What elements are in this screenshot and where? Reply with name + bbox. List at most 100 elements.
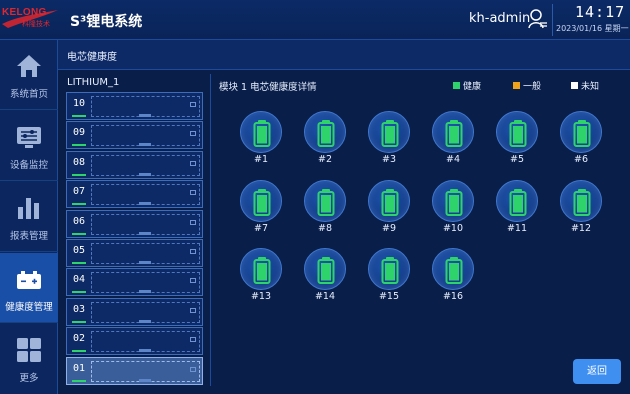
battery-cell[interactable]: #6	[559, 111, 603, 169]
cell-label: #6	[573, 154, 588, 165]
battery-icon	[509, 120, 527, 147]
cell-label: #13	[250, 291, 272, 302]
module-health-bar	[72, 115, 86, 117]
battery-cell[interactable]: #5	[495, 111, 539, 169]
module-handle	[190, 190, 196, 196]
rack-module-04[interactable]: 04	[66, 268, 203, 297]
battery-icon	[253, 257, 271, 284]
battery-cell[interactable]: #10	[431, 180, 475, 238]
header-divider	[552, 4, 553, 36]
sidebar-item-label: 设备监控	[9, 160, 48, 171]
sidebar: 系统首页 设备监控 报表管理 健康度管理 更多	[0, 40, 58, 394]
rack-module-06[interactable]: 06	[66, 209, 203, 238]
battery-cell[interactable]: #8	[303, 180, 347, 238]
module-health-bar	[72, 173, 86, 176]
sidebar-item-reports[interactable]: 报表管理	[0, 182, 58, 252]
back-button[interactable]: 返回	[573, 359, 621, 384]
rack-module-07[interactable]: 07	[66, 180, 203, 209]
cell-label: #4	[445, 154, 460, 165]
module-number: 01	[73, 362, 86, 374]
module-notch	[139, 143, 151, 147]
bar-chart-icon	[18, 198, 39, 219]
battery-icon	[317, 120, 335, 147]
legend-label: 未知	[581, 82, 600, 92]
battery-health-icon	[17, 271, 41, 289]
module-number: 09	[73, 127, 86, 139]
clock-time: 14:17	[575, 3, 626, 21]
sidebar-item-label: 报表管理	[9, 231, 48, 242]
module-handle	[190, 102, 196, 107]
cell-bubble	[432, 180, 474, 222]
app-header: KELONG 科隆技术 S³锂电系统 kh-admin 14:17 2023/0…	[0, 0, 630, 40]
battery-cell[interactable]: #1	[239, 111, 283, 169]
cell-label: #3	[381, 154, 396, 165]
battery-cell[interactable]: #15	[367, 248, 411, 306]
cell-bubble	[560, 111, 602, 153]
cell-bubble	[304, 248, 346, 290]
user-name[interactable]: kh-admin	[469, 11, 530, 26]
sidebar-item-health[interactable]: 健康度管理	[0, 253, 58, 323]
battery-icon	[253, 189, 271, 216]
rack-module-08[interactable]: 08	[66, 150, 203, 179]
module-number: 03	[73, 303, 86, 315]
legend-swatch	[571, 82, 578, 89]
legend-healthy: 健康	[453, 79, 481, 92]
legend-label: 健康	[463, 82, 482, 92]
module-number: 08	[73, 156, 86, 168]
module-number: 04	[73, 274, 86, 286]
cell-bubble	[560, 180, 602, 222]
sidebar-item-home[interactable]: 系统首页	[0, 40, 58, 110]
module-handle	[190, 160, 196, 166]
app-title: S³锂电系统	[70, 14, 143, 30]
battery-icon	[381, 189, 399, 216]
cell-bubble	[368, 111, 410, 153]
battery-rack: 10 09 08 07 06 05 04 03 02 01	[66, 92, 203, 386]
battery-icon	[573, 189, 591, 216]
battery-cell[interactable]: #9	[367, 180, 411, 238]
cell-bubble	[368, 248, 410, 290]
module-health-bar	[72, 144, 86, 147]
cell-bubble	[496, 111, 538, 153]
sidebar-item-more[interactable]: 更多	[0, 324, 58, 394]
battery-cell[interactable]: #16	[431, 248, 475, 306]
user-switch-icon[interactable]	[528, 8, 548, 30]
cell-label: #7	[253, 223, 268, 234]
battery-cell[interactable]: #2	[303, 111, 347, 169]
legend-unknown: 未知	[571, 79, 599, 92]
battery-icon	[381, 120, 399, 147]
battery-cell[interactable]: #4	[431, 111, 475, 169]
cell-label: #14	[314, 291, 336, 302]
battery-cell[interactable]: #13	[239, 248, 283, 306]
module-health-bar	[72, 203, 86, 206]
battery-cell[interactable]: #7	[239, 180, 283, 238]
rack-module-03[interactable]: 03	[66, 297, 203, 326]
cell-bubble	[496, 180, 538, 222]
cell-label: #1	[253, 154, 268, 165]
rack-module-02[interactable]: 02	[66, 327, 203, 356]
battery-cell[interactable]: #3	[367, 111, 411, 169]
battery-cell[interactable]: #11	[495, 180, 539, 238]
battery-cell[interactable]: #14	[303, 248, 347, 306]
cell-label: #12	[570, 223, 592, 234]
cell-bubble	[240, 111, 282, 153]
sidebar-item-monitor[interactable]: 设备监控	[0, 111, 58, 181]
grid-icon	[17, 338, 41, 362]
rack-module-10[interactable]: 10	[66, 92, 203, 120]
cell-label: #10	[442, 223, 464, 234]
rack-module-01[interactable]: 01	[66, 356, 203, 385]
battery-icon	[317, 189, 335, 216]
battery-cell[interactable]: #12	[559, 180, 603, 238]
rack-module-09[interactable]: 09	[66, 121, 203, 150]
battery-icon	[253, 120, 271, 147]
sidebar-item-label: 系统首页	[9, 89, 48, 100]
module-notch	[139, 349, 151, 353]
rack-module-05[interactable]: 05	[66, 239, 203, 267]
cell-label: #11	[506, 223, 528, 234]
battery-icon	[445, 257, 463, 284]
module-health-bar	[72, 262, 86, 264]
sidebar-item-label: 健康度管理	[5, 302, 53, 313]
module-number: 10	[73, 98, 86, 109]
logo-text: KELONG	[2, 7, 47, 18]
module-number: 07	[73, 186, 86, 198]
module-notch	[139, 261, 151, 264]
